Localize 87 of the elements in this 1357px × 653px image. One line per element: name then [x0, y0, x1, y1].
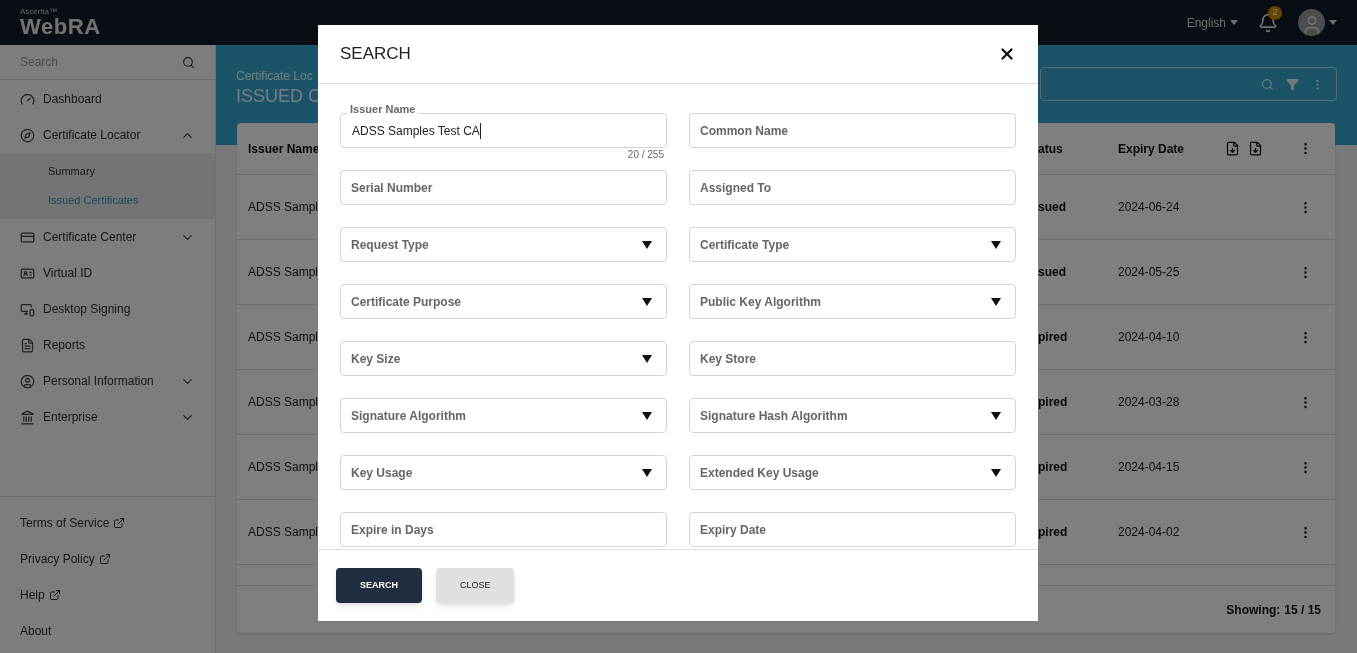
sidebar-item[interactable]: Enterprise	[43, 408, 172, 426]
user-avatar[interactable]	[1298, 9, 1325, 36]
table-cell-text: 2024-03-28	[1118, 394, 1181, 411]
input-field[interactable]: Expiry Date	[689, 512, 1016, 547]
compass-icon	[20, 127, 35, 143]
select-field[interactable]: Key Size	[340, 341, 667, 376]
select-field[interactable]: Certificate Purpose	[340, 284, 667, 319]
dropdown-arrow-icon	[991, 468, 1001, 477]
sidebar-item[interactable]: Certificate Locator	[43, 126, 172, 144]
footer-link[interactable]: About	[20, 622, 52, 640]
input-field[interactable]: Expire in Days	[340, 512, 667, 547]
input-field[interactable]: Serial Number	[340, 170, 667, 205]
sidebar-item[interactable]: Personal Information	[43, 372, 172, 390]
bank-icon	[20, 409, 35, 425]
dialog-title: SEARCH	[340, 43, 411, 66]
language-dropdown[interactable]: English	[1186, 13, 1238, 32]
sidebar-item[interactable]: Dashboard	[43, 90, 195, 108]
select-field[interactable]: Extended Key Usage	[689, 455, 1016, 490]
external-link-icon	[113, 517, 126, 529]
table-cell-text: ADSS Sampl	[248, 264, 319, 281]
status-cell-text: sued	[1038, 199, 1067, 216]
status-cell-text: sued	[1038, 264, 1067, 281]
caret-icon	[1329, 20, 1337, 25]
dropdown-arrow-icon	[991, 411, 1001, 420]
column-header[interactable]: Issuer Name	[248, 139, 320, 158]
dropdown-arrow-icon	[991, 297, 1001, 306]
close-button[interactable]: CLOSE	[436, 568, 514, 603]
monitor-icon	[20, 301, 35, 317]
csv-export-icon[interactable]	[1225, 141, 1240, 156]
gauge-icon	[20, 91, 35, 107]
dropdown-arrow-icon	[642, 411, 652, 420]
app-logo[interactable]: WebRA	[20, 15, 101, 38]
sidebar-item[interactable]: Virtual ID	[43, 264, 195, 282]
external-link-icon	[48, 589, 61, 601]
showing-count: 15 / 15	[1284, 601, 1321, 619]
table-cell-text: 2024-06-24	[1118, 199, 1181, 216]
id-card-icon	[20, 265, 35, 281]
status-cell-text: pired	[1038, 524, 1069, 541]
table-cell-text: ADSS Sampl	[248, 524, 319, 541]
document-icon	[20, 337, 35, 353]
table-cell-text: ADSS Sampl	[248, 459, 319, 476]
input-field[interactable]: Key Store	[689, 341, 1016, 376]
select-field[interactable]: Signature Hash Algorithm	[689, 398, 1016, 433]
status-cell-text: pired	[1038, 329, 1069, 346]
footer-link[interactable]: Privacy Policy	[20, 550, 95, 568]
select-field[interactable]: Request Type	[340, 227, 667, 262]
user-circle-icon	[20, 373, 35, 389]
table-cell-text: ADSS Sampl	[248, 199, 319, 216]
table-cell-text: 2024-04-02	[1118, 524, 1181, 541]
input-field[interactable]: Assigned To	[689, 170, 1016, 205]
external-link-icon	[98, 553, 111, 565]
select-field[interactable]: Key Usage	[340, 455, 667, 490]
input-field[interactable]: Common Name	[689, 113, 1016, 148]
footer-link[interactable]: Help	[20, 586, 45, 604]
select-field[interactable]: Public Key Algorithm	[689, 284, 1016, 319]
table-cell-text: 2024-04-10	[1118, 329, 1181, 346]
character-counter: 20 / 255	[627, 150, 664, 160]
showing-label: Showing:	[1226, 601, 1281, 619]
sidebar-item[interactable]: Certificate Center	[43, 228, 172, 246]
status-cell-text: pired	[1038, 394, 1069, 411]
search-button[interactable]: SEARCH	[336, 568, 422, 603]
footer-link[interactable]: Terms of Service	[20, 514, 110, 532]
select-field[interactable]: Certificate Type	[689, 227, 1016, 262]
card-icon	[20, 229, 35, 245]
table-cell-text: 2024-05-25	[1118, 264, 1181, 281]
dropdown-arrow-icon	[991, 240, 1001, 249]
status-cell-text: pired	[1038, 459, 1069, 476]
table-cell-text: 2024-04-15	[1118, 459, 1181, 476]
sidebar-subitem[interactable]: Summary	[48, 163, 96, 180]
table-cell-text: ADSS Sampl	[248, 394, 319, 411]
column-header[interactable]: atus	[1038, 139, 1118, 158]
breadcrumb: Certificate Loc	[236, 68, 314, 85]
column-header[interactable]: Expiry Date	[1118, 139, 1185, 158]
dropdown-arrow-icon	[642, 240, 652, 249]
dropdown-arrow-icon	[642, 468, 652, 477]
select-field[interactable]: Signature Algorithm	[340, 398, 667, 433]
pdf-export-icon[interactable]	[1248, 141, 1263, 156]
search-icon[interactable]	[182, 55, 195, 69]
field-label: Issuer Name	[347, 104, 419, 115]
sidebar-item[interactable]: Reports	[43, 336, 195, 354]
close-icon[interactable]	[998, 45, 1016, 63]
dropdown-arrow-icon	[642, 297, 652, 306]
sidebar-item[interactable]: Desktop Signing	[43, 300, 195, 318]
dropdown-arrow-icon	[642, 354, 652, 363]
table-cell-text: ADSS Sampl	[248, 329, 319, 346]
notification-count: 2	[1268, 5, 1282, 20]
brand-tagline: Ascertia™	[20, 7, 58, 16]
